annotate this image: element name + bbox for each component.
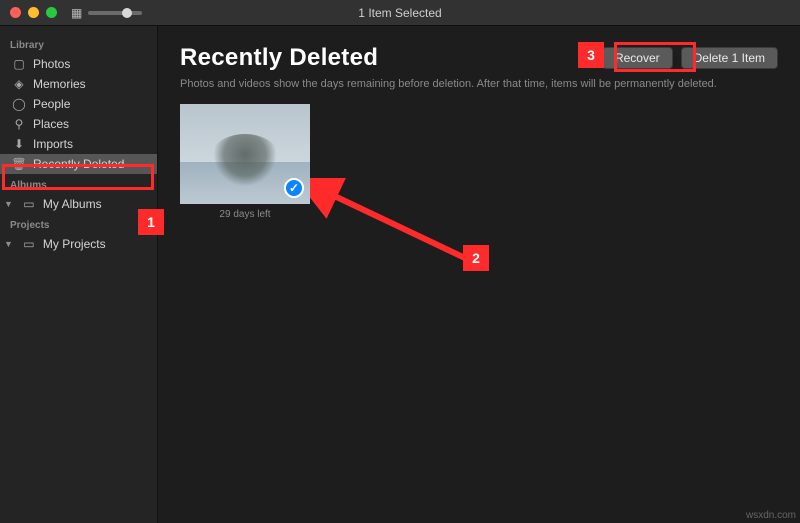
sidebar-section-projects: Projects [0, 214, 157, 234]
sidebar-item-my-projects[interactable]: ▼ ▭ My Projects [0, 234, 157, 254]
page-subtitle: Photos and videos show the days remainin… [158, 72, 800, 90]
sidebar-item-label: My Projects [43, 237, 106, 251]
sidebar-item-people[interactable]: ◯ People [0, 94, 157, 114]
people-icon: ◯ [12, 97, 26, 111]
window-titlebar: ▦ 1 Item Selected [0, 0, 800, 26]
places-icon: ⚲ [12, 117, 26, 131]
annotation-number-1: 1 [138, 209, 164, 235]
chevron-down-icon[interactable]: ▼ [4, 239, 13, 249]
annotation-number-2: 2 [463, 245, 489, 271]
selected-checkmark-icon: ✓ [284, 178, 304, 198]
window-title: 1 Item Selected [358, 6, 441, 20]
sidebar-item-label: People [33, 97, 70, 111]
memories-icon: ◈ [12, 77, 26, 91]
chevron-down-icon[interactable]: ▼ [4, 199, 13, 209]
sidebar-item-memories[interactable]: ◈ Memories [0, 74, 157, 94]
watermark: wsxdn.com [746, 510, 796, 521]
annotation-box-3 [614, 42, 696, 72]
close-window-button[interactable] [10, 7, 21, 18]
sidebar-item-label: Places [33, 117, 69, 131]
sidebar-section-library: Library [0, 34, 157, 54]
fullscreen-window-button[interactable] [46, 7, 57, 18]
sidebar-item-imports[interactable]: ⬇ Imports [0, 134, 157, 154]
deleted-photo-item[interactable]: ✓ 29 days left [180, 104, 310, 220]
imports-icon: ⬇ [12, 137, 26, 151]
sidebar-item-my-albums[interactable]: ▼ ▭ My Albums [0, 194, 157, 214]
annotation-number-3: 3 [578, 42, 604, 68]
sidebar-item-label: Photos [33, 57, 70, 71]
content-area: Recently Deleted Recover Delete 1 Item P… [158, 26, 800, 523]
sidebar: Library ▢ Photos ◈ Memories ◯ People ⚲ P… [0, 26, 158, 523]
sidebar-item-label: Imports [33, 137, 73, 151]
photo-thumbnail: ✓ [180, 104, 310, 204]
window-controls [10, 7, 57, 18]
deleted-items-grid: ✓ 29 days left [158, 90, 800, 234]
folder-icon: ▭ [22, 197, 36, 211]
sidebar-item-photos[interactable]: ▢ Photos [0, 54, 157, 74]
page-title: Recently Deleted [180, 44, 378, 72]
folder-icon: ▭ [22, 237, 36, 251]
annotation-box-1 [2, 164, 154, 190]
sidebar-item-places[interactable]: ⚲ Places [0, 114, 157, 134]
minimize-window-button[interactable] [28, 7, 39, 18]
thumbnail-grid-icon[interactable]: ▦ [71, 6, 82, 20]
days-remaining-label: 29 days left [180, 204, 310, 220]
thumbnail-size-slider[interactable] [88, 11, 142, 15]
sidebar-item-label: Memories [33, 77, 86, 91]
photos-icon: ▢ [12, 57, 26, 71]
content-header: Recently Deleted Recover Delete 1 Item [158, 26, 800, 72]
sidebar-item-label: My Albums [43, 197, 102, 211]
